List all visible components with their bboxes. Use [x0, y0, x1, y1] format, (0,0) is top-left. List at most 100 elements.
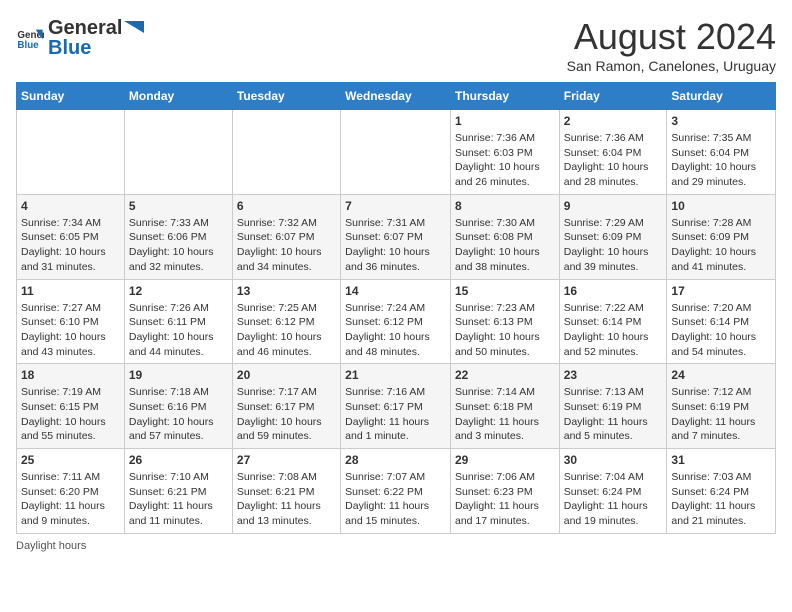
calendar-cell: 27Sunrise: 7:08 AM Sunset: 6:21 PM Dayli… [232, 449, 340, 534]
day-number: 19 [129, 368, 228, 382]
day-number: 14 [345, 284, 446, 298]
day-number: 24 [671, 368, 771, 382]
day-number: 8 [455, 199, 555, 213]
day-number: 10 [671, 199, 771, 213]
calendar-cell: 6 Sunrise: 7:32 AM Sunset: 6:07 PM Daylig… [232, 194, 340, 279]
calendar-cell: 19 Sunrise: 7:18 AM Sunset: 6:16 PM Dayli… [124, 364, 232, 449]
day-info: Sunrise: 7:32 AM Sunset: 6:07 PM Dayligh… [237, 216, 336, 275]
calendar-cell: 20 Sunrise: 7:17 AM Sunset: 6:17 PM Dayli… [232, 364, 340, 449]
day-info: Sunrise: 7:22 AM Sunset: 6:14 PM Dayligh… [564, 301, 663, 360]
calendar-week-row: 1Sunrise: 7:36 AM Sunset: 6:03 PM Daylig… [17, 110, 776, 195]
calendar-cell: 14Sunrise: 7:24 AM Sunset: 6:12 PM Dayli… [341, 279, 451, 364]
logo: General Blue General Blue [16, 16, 144, 60]
day-info: Sunrise: 7:06 AM Sunset: 6:23 PM Dayligh… [455, 470, 555, 529]
footer-note: Daylight hours [16, 540, 776, 552]
day-info: Sunrise: 7:26 AM Sunset: 6:11 PM Dayligh… [129, 301, 228, 360]
day-number: 3 [671, 114, 771, 128]
calendar-cell [232, 110, 340, 195]
calendar-cell [17, 110, 125, 195]
day-info: Sunrise: 7:31 AM Sunset: 6:07 PM Dayligh… [345, 216, 446, 275]
day-info: Sunrise: 7:34 AM Sunset: 6:05 PM Dayligh… [21, 216, 120, 275]
day-of-week-header: Monday [124, 83, 232, 110]
day-number: 4 [21, 199, 120, 213]
calendar-cell: 31 Sunrise: 7:03 AM Sunset: 6:24 PM Dayli… [667, 449, 776, 534]
calendar-cell: 13Sunrise: 7:25 AM Sunset: 6:12 PM Dayli… [232, 279, 340, 364]
day-info: Sunrise: 7:35 AM Sunset: 6:04 PM Dayligh… [671, 131, 771, 190]
day-info: Sunrise: 7:36 AM Sunset: 6:04 PM Dayligh… [564, 131, 663, 190]
calendar-cell: 22Sunrise: 7:14 AM Sunset: 6:18 PM Dayli… [450, 364, 559, 449]
day-info: Sunrise: 7:16 AM Sunset: 6:17 PM Dayligh… [345, 385, 446, 444]
calendar-cell: 12 Sunrise: 7:26 AM Sunset: 6:11 PM Dayli… [124, 279, 232, 364]
day-info: Sunrise: 7:17 AM Sunset: 6:17 PM Dayligh… [237, 385, 336, 444]
day-info: Sunrise: 7:10 AM Sunset: 6:21 PM Dayligh… [129, 470, 228, 529]
day-info: Sunrise: 7:28 AM Sunset: 6:09 PM Dayligh… [671, 216, 771, 275]
calendar-cell: 5 Sunrise: 7:33 AM Sunset: 6:06 PM Daylig… [124, 194, 232, 279]
calendar-cell [341, 110, 451, 195]
day-number: 31 [671, 453, 771, 467]
day-number: 18 [21, 368, 120, 382]
calendar-cell: 8Sunrise: 7:30 AM Sunset: 6:08 PM Daylig… [450, 194, 559, 279]
calendar-cell: 18Sunrise: 7:19 AM Sunset: 6:15 PM Dayli… [17, 364, 125, 449]
day-info: Sunrise: 7:27 AM Sunset: 6:10 PM Dayligh… [21, 301, 120, 360]
month-year-title: August 2024 [567, 16, 776, 58]
day-number: 2 [564, 114, 663, 128]
day-info: Sunrise: 7:14 AM Sunset: 6:18 PM Dayligh… [455, 385, 555, 444]
calendar-cell: 3 Sunrise: 7:35 AM Sunset: 6:04 PM Daylig… [667, 110, 776, 195]
day-info: Sunrise: 7:07 AM Sunset: 6:22 PM Dayligh… [345, 470, 446, 529]
calendar-cell: 1Sunrise: 7:36 AM Sunset: 6:03 PM Daylig… [450, 110, 559, 195]
title-block: August 2024 San Ramon, Canelones, Urugua… [567, 16, 776, 74]
day-of-week-header: Tuesday [232, 83, 340, 110]
day-info: Sunrise: 7:33 AM Sunset: 6:06 PM Dayligh… [129, 216, 228, 275]
calendar-cell: 9Sunrise: 7:29 AM Sunset: 6:09 PM Daylig… [559, 194, 667, 279]
day-info: Sunrise: 7:23 AM Sunset: 6:13 PM Dayligh… [455, 301, 555, 360]
svg-text:Blue: Blue [17, 40, 39, 51]
day-info: Sunrise: 7:11 AM Sunset: 6:20 PM Dayligh… [21, 470, 120, 529]
calendar-cell: 17 Sunrise: 7:20 AM Sunset: 6:14 PM Dayli… [667, 279, 776, 364]
day-of-week-header: Friday [559, 83, 667, 110]
logo-triangle-icon [124, 17, 144, 37]
calendar-cell: 2 Sunrise: 7:36 AM Sunset: 6:04 PM Daylig… [559, 110, 667, 195]
location-subtitle: San Ramon, Canelones, Uruguay [567, 58, 776, 74]
calendar-week-row: 11 Sunrise: 7:27 AM Sunset: 6:10 PM Dayli… [17, 279, 776, 364]
day-number: 30 [564, 453, 663, 467]
day-number: 28 [345, 453, 446, 467]
day-number: 21 [345, 368, 446, 382]
day-number: 6 [237, 199, 336, 213]
calendar-table: SundayMondayTuesdayWednesdayThursdayFrid… [16, 82, 776, 534]
day-number: 20 [237, 368, 336, 382]
calendar-cell: 28 Sunrise: 7:07 AM Sunset: 6:22 PM Dayli… [341, 449, 451, 534]
day-info: Sunrise: 7:04 AM Sunset: 6:24 PM Dayligh… [564, 470, 663, 529]
day-info: Sunrise: 7:18 AM Sunset: 6:16 PM Dayligh… [129, 385, 228, 444]
header-row: SundayMondayTuesdayWednesdayThursdayFrid… [17, 83, 776, 110]
day-number: 5 [129, 199, 228, 213]
day-number: 11 [21, 284, 120, 298]
calendar-cell: 15 Sunrise: 7:23 AM Sunset: 6:13 PM Dayli… [450, 279, 559, 364]
calendar-week-row: 25 Sunrise: 7:11 AM Sunset: 6:20 PM Dayli… [17, 449, 776, 534]
day-number: 12 [129, 284, 228, 298]
day-number: 26 [129, 453, 228, 467]
calendar-cell: 29 Sunrise: 7:06 AM Sunset: 6:23 PM Dayli… [450, 449, 559, 534]
day-of-week-header: Saturday [667, 83, 776, 110]
day-number: 16 [564, 284, 663, 298]
day-number: 29 [455, 453, 555, 467]
calendar-cell: 21 Sunrise: 7:16 AM Sunset: 6:17 PM Dayli… [341, 364, 451, 449]
day-info: Sunrise: 7:20 AM Sunset: 6:14 PM Dayligh… [671, 301, 771, 360]
calendar-cell: 23Sunrise: 7:13 AM Sunset: 6:19 PM Dayli… [559, 364, 667, 449]
day-of-week-header: Wednesday [341, 83, 451, 110]
day-of-week-header: Sunday [17, 83, 125, 110]
calendar-cell: 25 Sunrise: 7:11 AM Sunset: 6:20 PM Dayli… [17, 449, 125, 534]
day-number: 27 [237, 453, 336, 467]
day-number: 15 [455, 284, 555, 298]
day-info: Sunrise: 7:36 AM Sunset: 6:03 PM Dayligh… [455, 131, 555, 190]
calendar-cell: 16 Sunrise: 7:22 AM Sunset: 6:14 PM Dayli… [559, 279, 667, 364]
calendar-week-row: 18Sunrise: 7:19 AM Sunset: 6:15 PM Dayli… [17, 364, 776, 449]
day-number: 17 [671, 284, 771, 298]
calendar-cell: 11 Sunrise: 7:27 AM Sunset: 6:10 PM Dayli… [17, 279, 125, 364]
day-number: 9 [564, 199, 663, 213]
calendar-cell: 30 Sunrise: 7:04 AM Sunset: 6:24 PM Dayli… [559, 449, 667, 534]
logo-icon: General Blue [16, 24, 44, 52]
day-info: Sunrise: 7:03 AM Sunset: 6:24 PM Dayligh… [671, 470, 771, 529]
day-number: 25 [21, 453, 120, 467]
day-number: 23 [564, 368, 663, 382]
day-info: Sunrise: 7:25 AM Sunset: 6:12 PM Dayligh… [237, 301, 336, 360]
